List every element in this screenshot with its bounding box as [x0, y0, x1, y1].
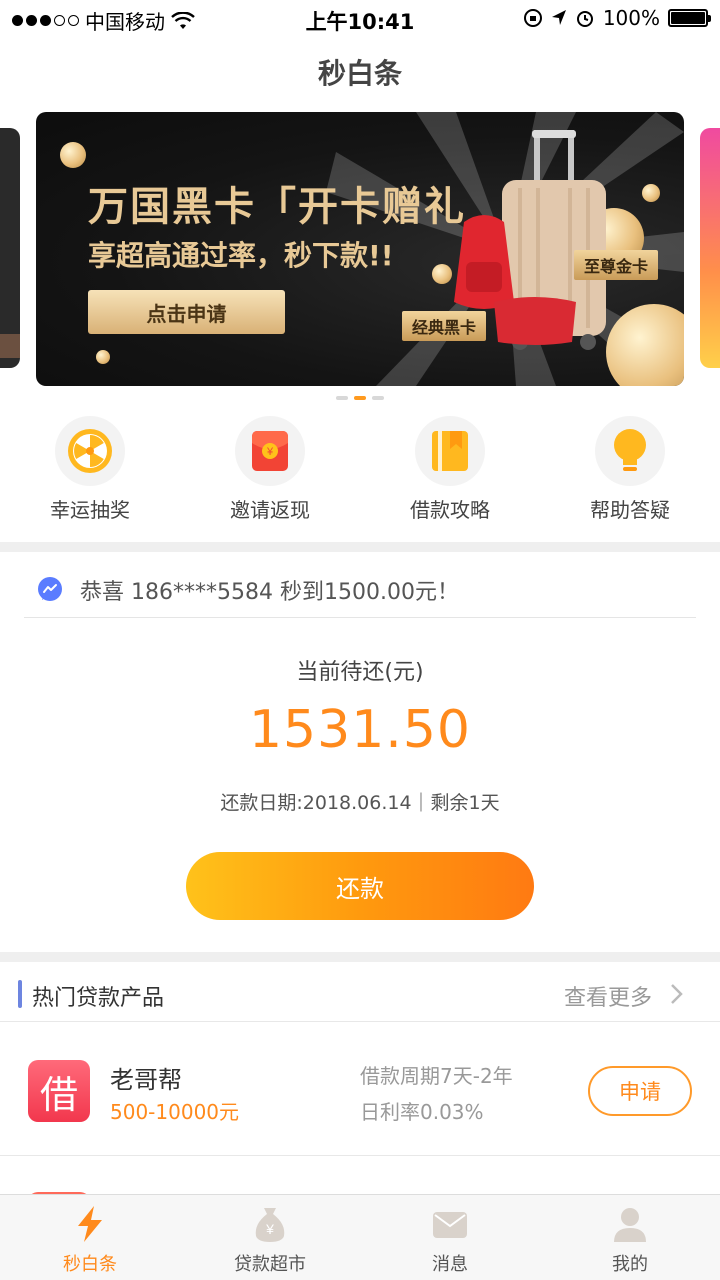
svg-text:¥: ¥ [266, 446, 274, 458]
money-bag-icon: ¥ [255, 1208, 285, 1242]
section-divider [0, 542, 720, 552]
page-title: 秒白条 [317, 57, 402, 90]
tab-label: 贷款超市 [234, 1254, 306, 1275]
product-amount-range: 500-10000元 [110, 1100, 240, 1124]
tab-label: 消息 [432, 1254, 468, 1275]
quick-link-label: 幸运抽奖 [50, 498, 130, 522]
message-icon [433, 1212, 467, 1238]
rotation-lock-icon [523, 9, 542, 27]
battery-percent: 100% [602, 6, 660, 30]
product-row[interactable]: 借 老哥帮 500-10000元 借款周期7天-2年 日利率0.03% 申请 [0, 1024, 720, 1156]
banner-pager [0, 396, 720, 400]
notice-icon [38, 576, 62, 601]
pouch-image [494, 297, 576, 345]
product-apply-button[interactable]: 申请 [588, 1066, 692, 1116]
pager-dot-active[interactable] [354, 396, 366, 400]
gold-ball-decoration [60, 142, 86, 168]
current-due-amount: 1531.50 [248, 700, 472, 760]
gold-ball-decoration [642, 184, 660, 202]
quick-link-label: 帮助答疑 [590, 498, 670, 522]
battery-icon [668, 9, 711, 27]
banner-title: 万国黑卡「开卡赠礼 [88, 184, 466, 230]
banner-subtitle: 享超高通过率，秒下款!! [88, 239, 394, 272]
lucky-wheel-icon [68, 429, 112, 473]
quick-link-invite-cashback[interactable]: ¥ 邀请返现 [180, 416, 360, 526]
banner-prev-peek[interactable] [0, 128, 20, 368]
product-name: 老哥帮 [110, 1066, 182, 1094]
book-icon [432, 431, 468, 471]
tab-messages[interactable]: 消息 [360, 1195, 540, 1280]
tab-label: 我的 [612, 1254, 648, 1275]
hot-products-header: 热门贷款产品 查看更多 [0, 966, 720, 1022]
pager-dot[interactable] [336, 396, 348, 400]
quick-link-label: 借款攻略 [410, 498, 490, 522]
red-envelope-icon: ¥ [252, 431, 288, 471]
tab-label: 秒白条 [63, 1254, 117, 1275]
status-bar: 中国移动 上午10:41 100% [0, 0, 720, 40]
quick-link-label: 邀请返现 [230, 498, 310, 522]
quick-link-loan-guide[interactable]: 借款攻略 [360, 416, 540, 526]
section-accent-bar [18, 980, 22, 1008]
gold-ball-decoration [96, 350, 110, 364]
tab-loan-market[interactable]: ¥ 贷款超市 [180, 1195, 360, 1280]
product-logo: 借 [28, 1060, 90, 1122]
product-rate: 日利率0.03% [360, 1100, 484, 1124]
product-term: 借款周期7天-2年 [360, 1064, 513, 1088]
tag-supreme-gold-card: 至尊金卡 [574, 250, 659, 280]
bottom-tab-bar: 秒白条 ¥ 贷款超市 消息 我的 [0, 1194, 720, 1280]
notice-text: 恭喜 186****5584 秒到1500.00元！ [80, 579, 459, 605]
quick-links: 幸运抽奖 ¥ 邀请返现 借款攻略 帮助答疑 [0, 416, 720, 526]
due-date-text: 还款日期:2018.06.14｜剩余1天 [220, 792, 500, 814]
alarm-icon [576, 11, 593, 27]
banner-apply-button[interactable]: 点击申请 [88, 290, 285, 334]
quick-link-help[interactable]: 帮助答疑 [540, 416, 720, 526]
hot-products-title: 热门贷款产品 [32, 986, 165, 1011]
view-more-link[interactable]: 查看更多 [564, 980, 652, 1012]
promo-banner[interactable]: 万国黑卡「开卡赠礼 享超高通过率，秒下款!! 点击申请 经典黑卡 至尊金卡 [36, 112, 684, 386]
quick-link-lucky-draw[interactable]: 幸运抽奖 [0, 416, 180, 526]
pager-dot[interactable] [372, 396, 384, 400]
section-divider [0, 952, 720, 962]
lightning-icon [78, 1206, 102, 1242]
status-right: 100% [523, 6, 711, 30]
banner-next-peek[interactable] [700, 128, 720, 368]
repay-button[interactable]: 还款 [186, 852, 534, 920]
chevron-right-icon[interactable] [666, 982, 686, 1006]
svg-text:¥: ¥ [265, 1221, 274, 1237]
lightbulb-icon [614, 429, 646, 471]
location-icon [551, 10, 566, 25]
tab-mine[interactable]: 我的 [540, 1195, 720, 1280]
tab-miaobaitiao[interactable]: 秒白条 [0, 1195, 180, 1280]
tag-classic-black-card: 经典黑卡 [402, 311, 487, 341]
notice-marquee[interactable]: 恭喜 186****5584 秒到1500.00元！ [24, 562, 696, 618]
user-icon [614, 1208, 646, 1242]
current-due-label: 当前待还(元) [296, 660, 424, 685]
